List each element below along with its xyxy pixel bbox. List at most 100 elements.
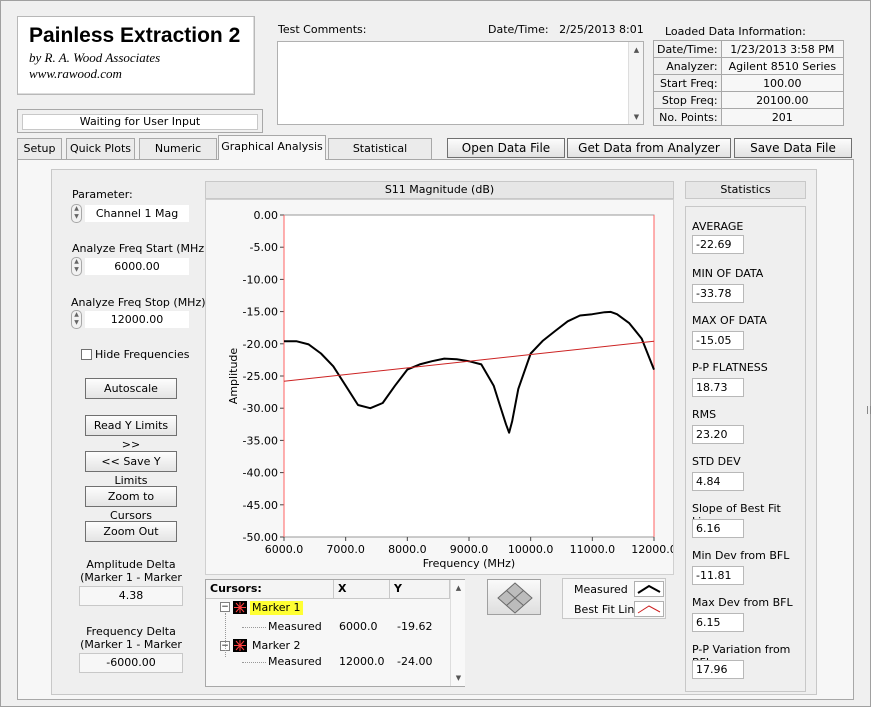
test-comments-label: Test Comments: [278, 23, 367, 36]
scroll-up-icon[interactable]: ▲ [629, 46, 644, 54]
scroll-up-icon[interactable]: ▲ [451, 584, 466, 592]
zoom-out-button[interactable]: Zoom Out [85, 521, 177, 542]
frequency-delta-title: Frequency Delta [86, 625, 176, 638]
loaded-info-title: Loaded Data Information: [665, 25, 806, 38]
scroll-down-icon[interactable]: ▼ [451, 674, 466, 682]
x-tick-label: 11000.0 [570, 543, 616, 556]
stat-average-value: -22.69 [692, 235, 744, 254]
marker1-name[interactable]: Marker 1 [250, 601, 303, 615]
legend-measured-swatch[interactable] [634, 581, 664, 597]
x-tick-label: 7000.0 [326, 543, 365, 556]
test-comments-textarea[interactable]: ▲ ▼ [277, 41, 644, 125]
current-datetime: Date/Time: 2/25/2013 8:01 [488, 23, 644, 36]
stat-pp-flatness-value: 18.73 [692, 378, 744, 397]
info-row: Analyzer: Agilent 8510 Series [653, 57, 845, 75]
stat-rms-value: 23.20 [692, 425, 744, 444]
cursor-move-diamond-icon [497, 582, 533, 614]
open-data-file-button[interactable]: Open Data File [447, 138, 565, 158]
parameter-spinner[interactable]: ▲ ▼ [71, 204, 82, 223]
cursor-header-y: Y [390, 580, 450, 599]
tab-graphical-analysis[interactable]: Graphical Analysis [218, 135, 326, 160]
amplitude-delta-title: Amplitude Delta [86, 558, 176, 571]
info-key: Analyzer: [653, 57, 722, 75]
start-freq-spinner[interactable]: ▲ ▼ [71, 257, 82, 276]
loaded-info-table: Date/Time: 1/23/2013 3:58 PM Analyzer: Agi… [653, 40, 845, 126]
cursor-table[interactable]: Cursors: X Y − Marker 1 Measured 6000.0 … [205, 579, 465, 687]
stat-max-value: -15.05 [692, 331, 744, 350]
graph-title: S11 Magnitude (dB) [205, 181, 674, 199]
s11-chart[interactable]: 0.00 -5.00 -10.00 -15.00 -20.00 -25.00 -30.00 -… [206, 200, 673, 574]
start-freq-label: Analyze Freq Start (MHz) [72, 242, 209, 255]
tab-numeric-data[interactable]: Numeric Data [139, 138, 217, 174]
cursor-header-x: X [334, 580, 390, 599]
window-resize-grip-icon[interactable] [867, 406, 871, 414]
info-value: 20100.00 [720, 91, 845, 109]
tab-statistical-analysis[interactable]: Statistical Analysis [328, 138, 432, 174]
main-window: Painless Extraction 2 by R. A. Wood Asso… [0, 0, 871, 707]
stat-max-label: MAX OF DATA [692, 314, 767, 327]
x-tick-label: 6000.0 [265, 543, 304, 556]
marker2-y: -24.00 [397, 655, 433, 668]
marker1-y: -19.62 [397, 620, 433, 633]
stat-max-dev-value: 6.15 [692, 613, 744, 632]
tab-setup[interactable]: Setup [17, 138, 62, 159]
stat-min-value: -33.78 [692, 284, 744, 303]
tab-quick-plots[interactable]: Quick Plots [66, 138, 135, 159]
stat-rms-label: RMS [692, 408, 717, 421]
marker2-x: 12000.0 [339, 655, 385, 668]
datetime-value: 2/25/2013 8:01 [559, 23, 644, 36]
logo-panel: Painless Extraction 2 by R. A. Wood Asso… [17, 16, 255, 95]
start-freq-input[interactable]: 6000.00 [85, 258, 189, 275]
y-axis-label: Amplitude [227, 348, 240, 405]
autoscale-button[interactable]: Autoscale [85, 378, 177, 399]
cursor-header-name: Cursors: [206, 580, 334, 599]
stat-std-dev-label: STD DEV [692, 455, 741, 468]
scroll-down-icon[interactable]: ▼ [629, 113, 644, 121]
info-value: 201 [720, 108, 845, 126]
y-tick-label: -25.00 [243, 370, 278, 383]
statistics-panel: AVERAGE -22.69 MIN OF DATA -33.78 MAX OF… [685, 206, 806, 692]
frequency-delta-value: -6000.00 [79, 653, 183, 673]
stat-std-dev-value: 4.84 [692, 472, 744, 491]
info-key: Start Freq: [653, 74, 722, 92]
zoom-to-cursors-button[interactable]: Zoom to Cursors [85, 486, 177, 522]
x-axis-label: Frequency (MHz) [423, 557, 515, 570]
parameter-value[interactable]: Channel 1 Mag [85, 205, 189, 222]
stop-freq-spinner[interactable]: ▲ ▼ [71, 310, 82, 329]
y-tick-label: 0.00 [254, 209, 279, 222]
stat-min-label: MIN OF DATA [692, 267, 764, 280]
info-row: No. Points: 201 [653, 108, 845, 126]
info-row: Start Freq: 100.00 [653, 74, 845, 92]
legend-bestfit-swatch[interactable] [634, 601, 664, 617]
app-title: Painless Extraction 2 [29, 24, 241, 47]
stat-max-dev-label: Max Dev from BFL [692, 596, 793, 609]
collapse-marker1-icon[interactable]: − [220, 602, 230, 612]
x-tick-label: 10000.0 [508, 543, 553, 556]
y-tick-label: -35.00 [243, 434, 278, 447]
stat-min-dev-value: -11.81 [692, 566, 744, 585]
comments-scrollbar[interactable]: ▲ ▼ [628, 42, 643, 124]
stat-min-dev-label: Min Dev from BFL [692, 549, 790, 562]
y-tick-label: -5.00 [250, 241, 278, 254]
legend-measured-label: Measured [574, 583, 628, 596]
marker1-cursor-icon [233, 601, 247, 614]
save-data-file-button[interactable]: Save Data File [734, 138, 852, 158]
info-key: Stop Freq: [653, 91, 722, 109]
save-y-limits-button[interactable]: << Save Y Limits [85, 451, 177, 487]
read-y-limits-button[interactable]: Read Y Limits >> [85, 415, 177, 451]
tree-branch [242, 627, 266, 628]
stop-freq-label: Analyze Freq Stop (MHz) [71, 296, 206, 309]
stop-freq-input[interactable]: 12000.00 [85, 311, 189, 328]
cursor-table-scrollbar[interactable]: ▲ ▼ [450, 580, 465, 686]
cursor-move-control[interactable] [487, 579, 541, 615]
get-data-from-analyzer-button[interactable]: Get Data from Analyzer [567, 138, 731, 158]
x-tick-label: 9000.0 [450, 543, 489, 556]
marker2-name[interactable]: Marker 2 [252, 639, 301, 653]
y-tick-label: -30.00 [243, 402, 278, 415]
hide-frequencies-checkbox[interactable] [81, 349, 92, 360]
x-tick-label: 12000.0 [631, 543, 673, 556]
marker2-sub: Measured [268, 655, 322, 668]
tree-branch [242, 662, 266, 663]
y-tick-label: -40.00 [243, 467, 278, 480]
y-tick-label: -20.00 [243, 338, 278, 351]
